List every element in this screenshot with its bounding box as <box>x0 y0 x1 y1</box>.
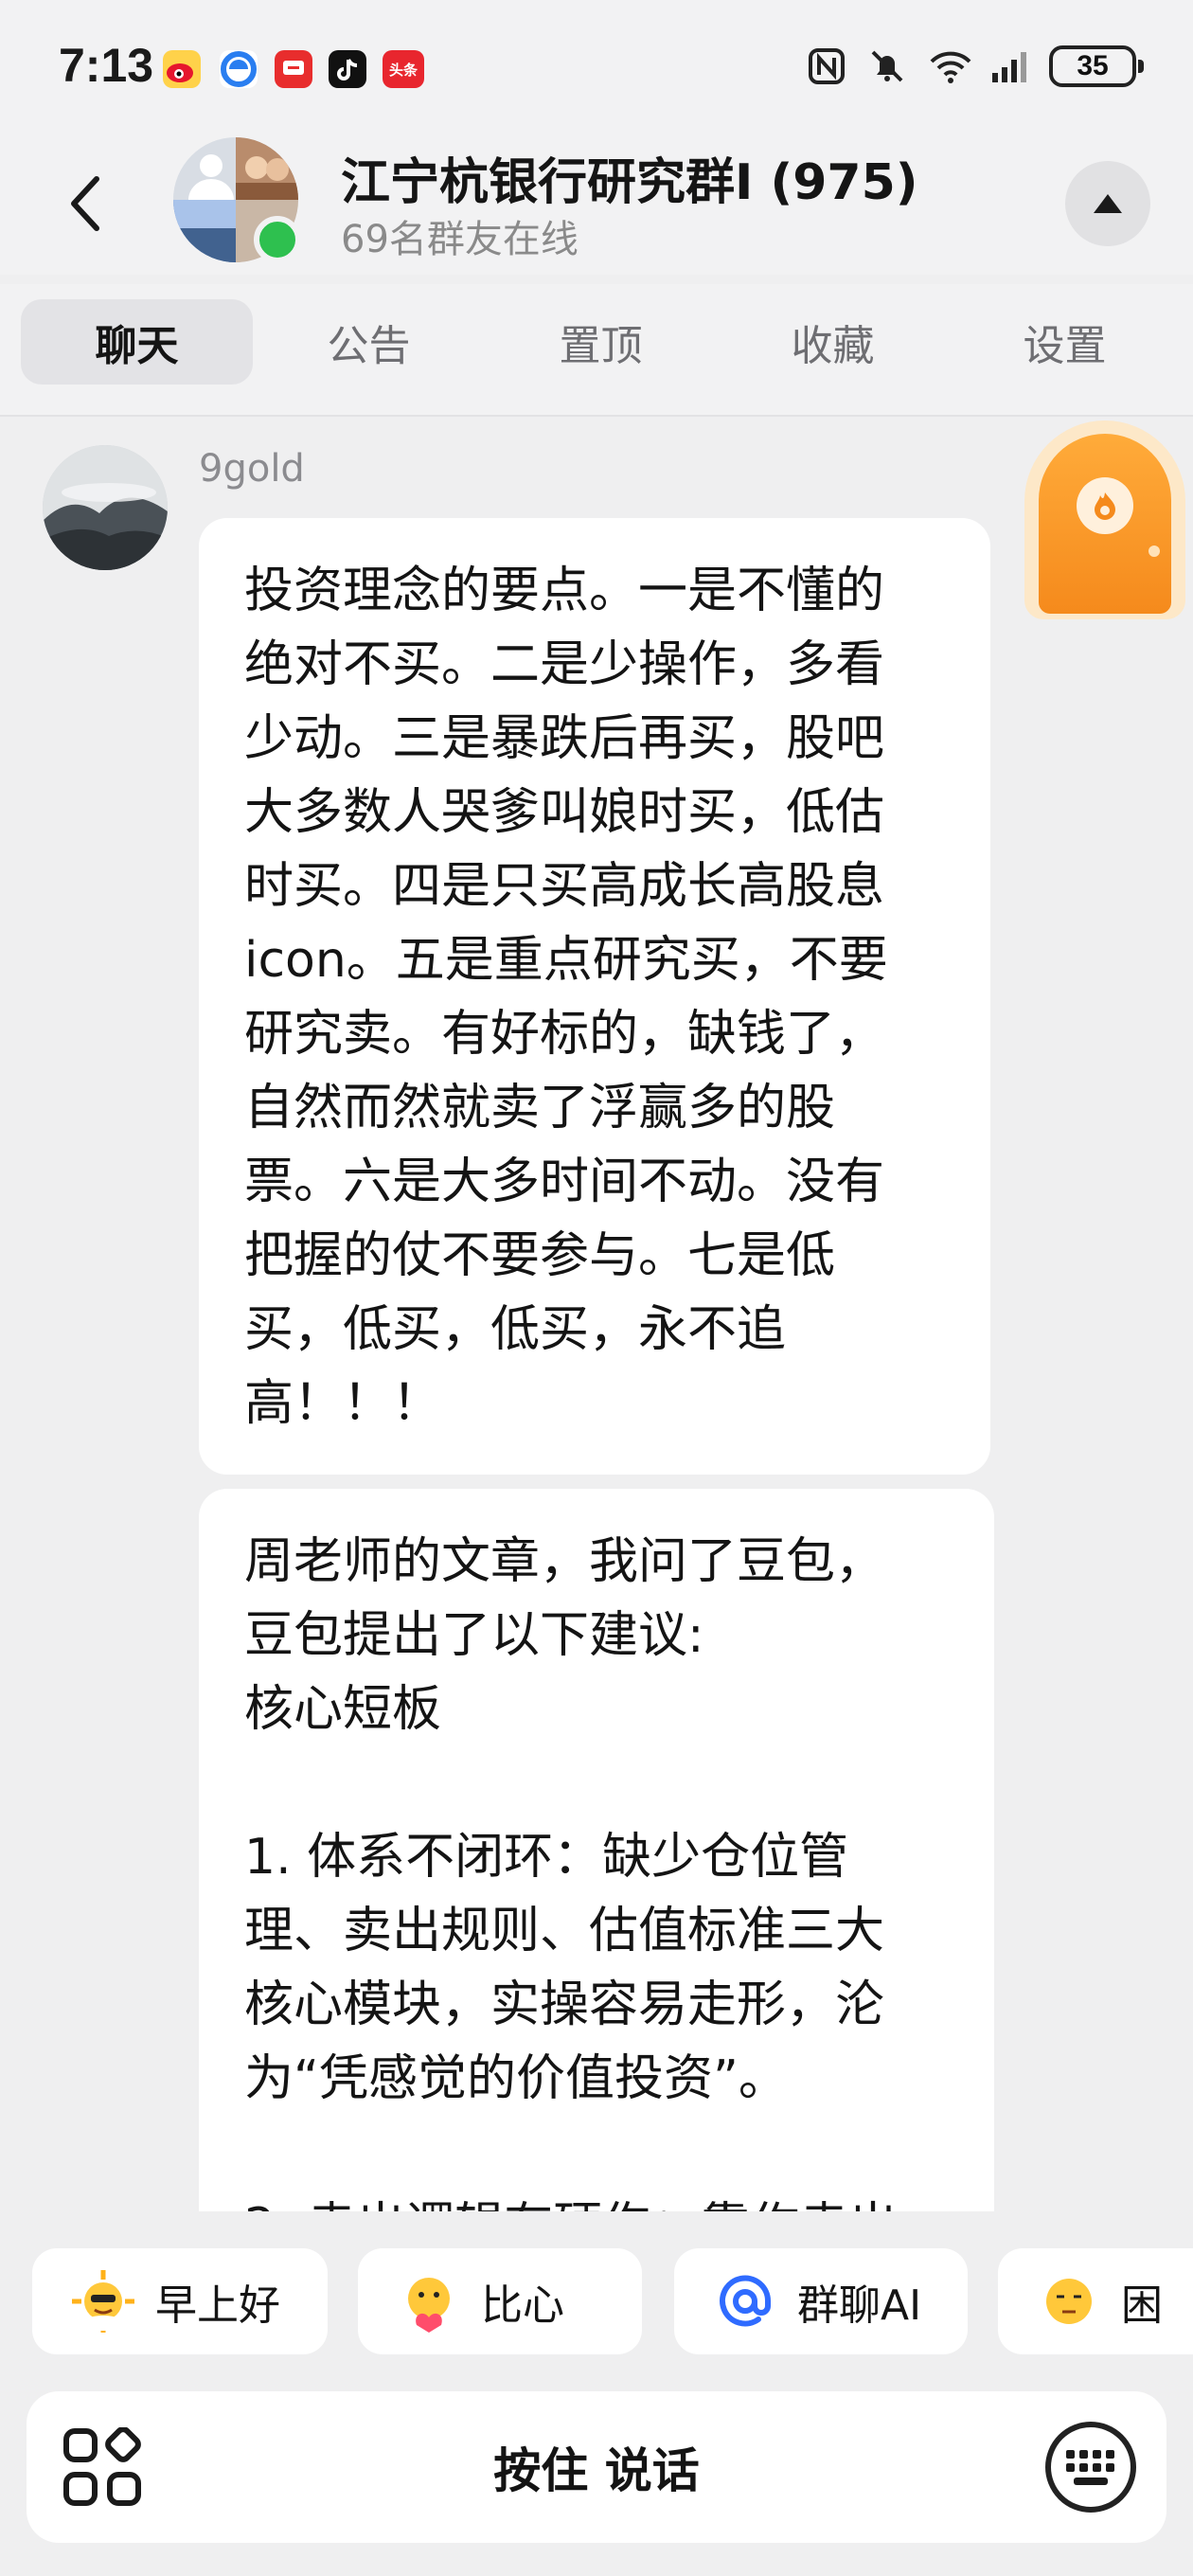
door-icon <box>1039 434 1171 614</box>
tab-favorites[interactable]: 收藏 <box>717 299 949 385</box>
status-time: 7:13 <box>59 39 154 92</box>
sender-avatar[interactable] <box>43 445 168 570</box>
caret-up-icon <box>1094 194 1122 213</box>
weibo-icon <box>163 50 201 88</box>
tab-settings[interactable]: 设置 <box>949 299 1181 385</box>
message-icon <box>275 50 312 88</box>
heart-hands-emoji-icon <box>396 2268 462 2334</box>
tiktok-icon <box>329 50 366 88</box>
browser-icon <box>220 50 258 88</box>
sender-name: 9gold <box>199 447 305 491</box>
battery-indicator: 35 <box>1049 45 1144 87</box>
quick-reply-label: 困 <box>1121 2281 1163 2330</box>
keyboard-icon[interactable] <box>1045 2422 1136 2513</box>
door-knob <box>1148 546 1160 557</box>
message-bubble[interactable]: 投资理念的要点。一是不懂的 绝对不买。二是少操作，多看 少动。三是暴跌后再买，股… <box>199 518 990 1475</box>
sun-emoji-icon <box>70 2268 136 2334</box>
member-avatar <box>236 137 298 200</box>
member-avatar <box>173 137 236 221</box>
online-status-dot <box>254 216 301 263</box>
toutiao-icon: 头条 <box>383 50 424 88</box>
quick-reply-label: 早上好 <box>155 2281 280 2330</box>
status-icons: 35 <box>807 45 1144 87</box>
status-bar: 7:13 头条 35 <box>0 0 1193 133</box>
input-bar: 按住 说话 <box>27 2391 1166 2543</box>
quick-reply-good-morning[interactable]: 早上好 <box>32 2248 328 2354</box>
wifi-icon <box>928 46 971 86</box>
hold-to-talk-button[interactable]: 按住 说话 <box>27 2391 1166 2543</box>
flame-icon <box>1077 477 1133 534</box>
group-title[interactable]: 江宁杭银行研究群I (975) <box>341 142 918 213</box>
tab-chat[interactable]: 聊天 <box>21 299 253 385</box>
chat-messages[interactable]: 9gold 投资理念的要点。一是不懂的 绝对不买。二是少操作，多看 少动。三是暴… <box>0 419 1193 2211</box>
collapse-button[interactable] <box>1065 161 1150 246</box>
tab-pinned[interactable]: 置顶 <box>485 299 717 385</box>
quick-reply-label: 群聊AI <box>797 2281 922 2330</box>
quick-reply-label: 比心 <box>481 2281 564 2330</box>
message-bubble[interactable]: 周老师的文章，我问了豆包， 豆包提出了以下建议: 核心短板 1. 体系不闭环：缺… <box>199 1489 994 2211</box>
signal-icon <box>988 46 1028 86</box>
tab-announcement[interactable]: 公告 <box>253 299 485 385</box>
quick-reply-sleepy[interactable]: 困 <box>998 2248 1193 2354</box>
nfc-icon <box>807 46 846 86</box>
door-badge-icon[interactable] <box>1024 420 1185 619</box>
chat-header: 江宁杭银行研究群I (975) 69名群友在线 <box>0 133 1193 275</box>
member-avatar <box>173 200 236 262</box>
tab-bar: 聊天 公告 置顶 收藏 设置 <box>0 284 1193 417</box>
sleepy-emoji-icon <box>1036 2268 1102 2334</box>
quick-reply-group-ai[interactable]: 群聊AI <box>674 2248 968 2354</box>
quick-replies: 早上好 比心 群聊AI 困 <box>0 2235 1193 2358</box>
online-count: 69名群友在线 <box>341 218 579 261</box>
mute-bell-icon <box>867 46 907 86</box>
back-button[interactable] <box>52 166 118 242</box>
apps-grid-icon[interactable] <box>62 2426 142 2507</box>
chevron-left-icon <box>71 176 99 231</box>
at-icon <box>712 2268 778 2334</box>
quick-reply-heart[interactable]: 比心 <box>358 2248 642 2354</box>
